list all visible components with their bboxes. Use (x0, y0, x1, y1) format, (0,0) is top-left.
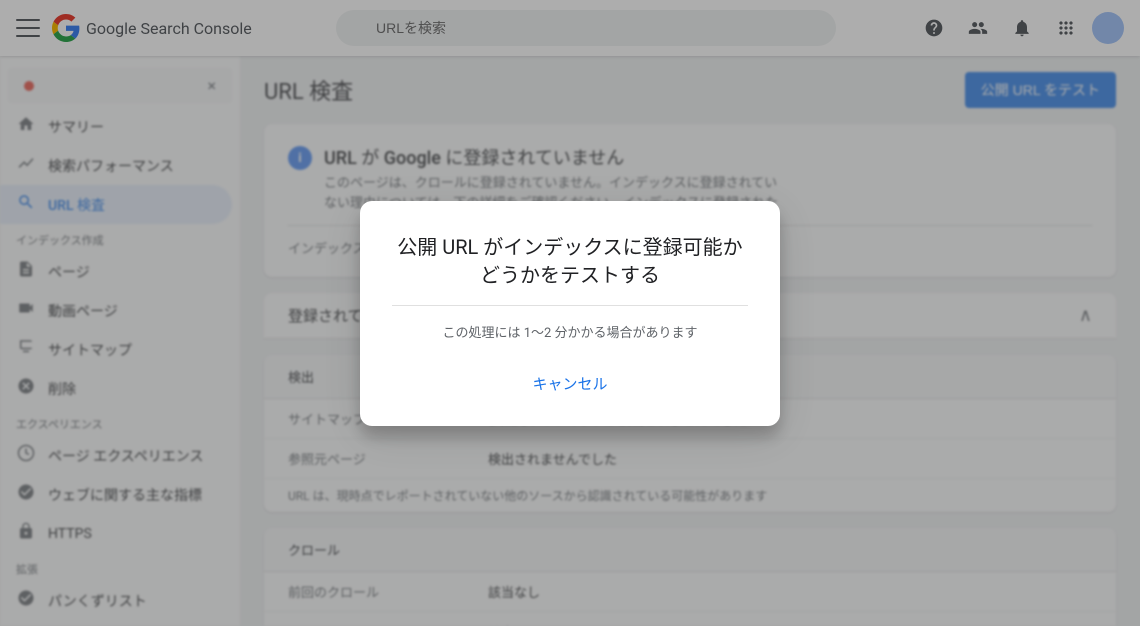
modal-overlay: 公開 URL がインデックスに登録可能かどうかをテストする この処理には 1～2… (0, 0, 1140, 626)
dialog: 公開 URL がインデックスに登録可能かどうかをテストする この処理には 1～2… (360, 201, 780, 426)
cancel-button[interactable]: キャンセル (508, 365, 631, 402)
dialog-desc: この処理には 1～2 分かかる場合があります (392, 322, 748, 341)
dialog-title: 公開 URL がインデックスに登録可能かどうかをテストする (392, 233, 748, 289)
dialog-divider (392, 305, 748, 306)
dialog-actions: キャンセル (392, 365, 748, 402)
